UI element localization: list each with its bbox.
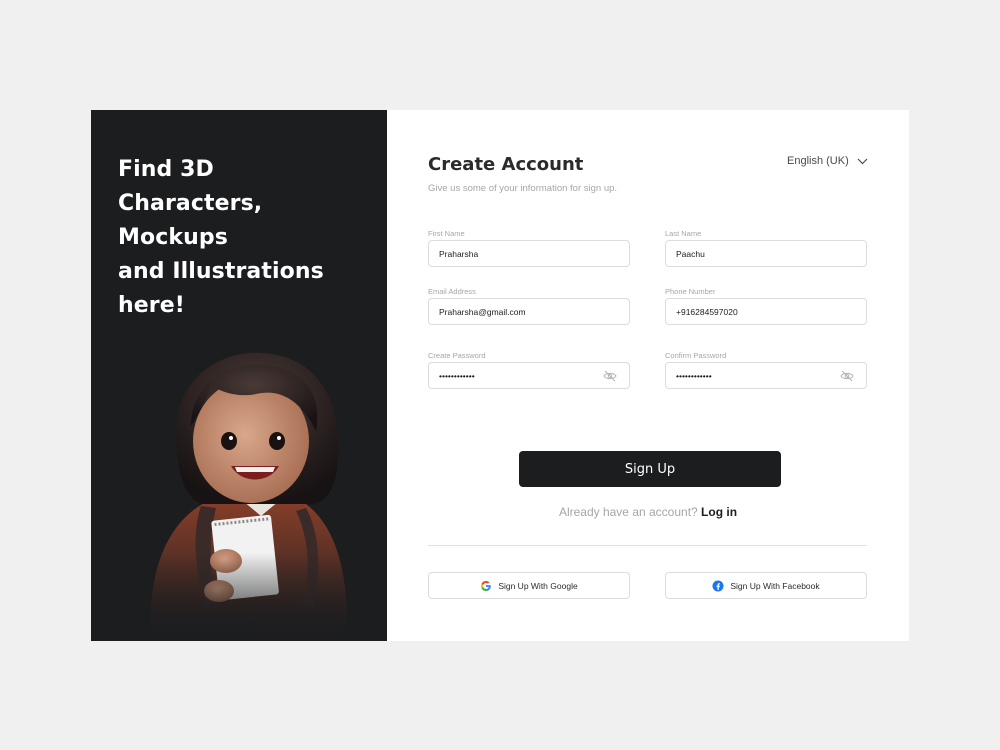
headline-line: here! xyxy=(118,293,185,318)
email-box xyxy=(428,298,630,325)
first-name-label: First Name xyxy=(428,229,465,238)
password-box xyxy=(428,362,630,389)
facebook-signup-label: Sign Up With Facebook xyxy=(730,580,820,591)
confirm-password-label: Confirm Password xyxy=(665,351,727,360)
google-signup-label: Sign Up With Google xyxy=(498,580,578,591)
page-title: Create Account xyxy=(428,154,584,175)
signup-form-panel: Create Account Give us some of your info… xyxy=(387,110,909,641)
password-input[interactable] xyxy=(439,370,589,381)
email-label: Email Address xyxy=(428,287,476,296)
headline-line: Mockups xyxy=(118,225,228,250)
language-label: English (UK) xyxy=(787,155,849,167)
phone-label: Phone Number xyxy=(665,287,716,296)
google-icon xyxy=(481,580,492,591)
password-label: Create Password xyxy=(428,351,486,360)
character-illustration xyxy=(131,346,371,641)
email-input[interactable] xyxy=(439,306,589,317)
last-name-field: Last Name xyxy=(665,228,867,267)
phone-input[interactable] xyxy=(676,306,826,317)
promo-headline: Find 3D Characters, Mockups and Illustra… xyxy=(118,153,368,323)
signup-card: Find 3D Characters, Mockups and Illustra… xyxy=(91,110,909,641)
google-signup-button[interactable]: Sign Up With Google xyxy=(428,572,630,599)
confirm-password-box xyxy=(665,362,867,389)
login-prompt-text: Already have an account? xyxy=(558,505,698,519)
facebook-signup-button[interactable]: Sign Up With Facebook xyxy=(665,572,867,599)
facebook-icon xyxy=(712,580,724,591)
confirm-password-field: Confirm Password xyxy=(665,350,867,389)
confirm-password-input[interactable] xyxy=(676,370,826,381)
phone-field: Phone Number xyxy=(665,286,867,325)
last-name-box xyxy=(665,240,867,267)
eye-slash-icon[interactable] xyxy=(840,370,854,382)
sign-up-button[interactable]: Sign Up xyxy=(519,451,781,487)
phone-box xyxy=(665,298,867,325)
log-in-link[interactable]: Log in xyxy=(701,505,737,519)
email-field: Email Address xyxy=(428,286,630,325)
first-name-box xyxy=(428,240,630,267)
login-prompt-row: Already have an account? Log in xyxy=(387,505,909,519)
headline-line: Find 3D xyxy=(118,157,214,182)
eye-slash-icon[interactable] xyxy=(603,370,617,382)
chevron-down-icon xyxy=(857,158,868,164)
headline-line: and Illustrations xyxy=(118,259,324,284)
divider xyxy=(428,545,867,546)
last-name-label: Last Name xyxy=(665,229,702,238)
promo-panel: Find 3D Characters, Mockups and Illustra… xyxy=(91,110,387,641)
first-name-input[interactable] xyxy=(439,248,589,259)
last-name-input[interactable] xyxy=(676,248,826,259)
first-name-field: First Name xyxy=(428,228,630,267)
password-field: Create Password xyxy=(428,350,630,389)
headline-line: Characters, xyxy=(118,191,263,216)
page-subtitle: Give us some of your information for sig… xyxy=(428,183,618,194)
language-selector[interactable]: English (UK) xyxy=(787,155,868,167)
